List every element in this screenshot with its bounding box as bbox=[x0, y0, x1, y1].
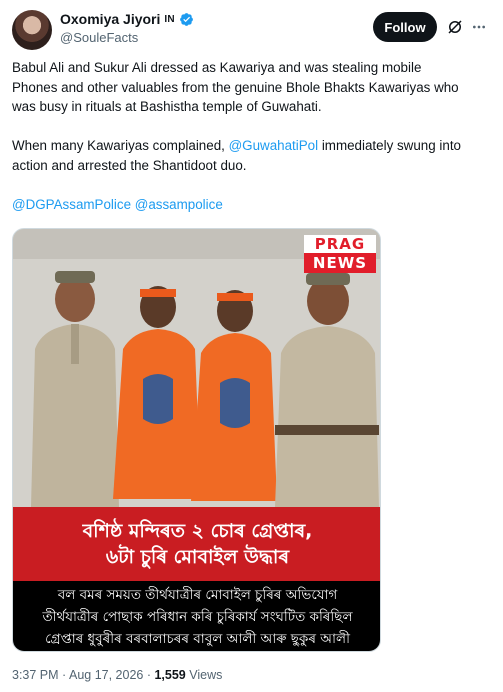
meta-separator: · bbox=[143, 668, 155, 682]
subtext-line: বল বমৰ সময়ত তীৰ্থযাত্ৰীৰ মোবাইল চুৰিৰ অ… bbox=[57, 587, 338, 603]
tweet-line: Babul Ali and Sukur Ali dressed as Kawar… bbox=[12, 60, 422, 75]
mention-link[interactable]: @GuwahatiPol bbox=[229, 138, 319, 153]
follow-button[interactable]: Follow bbox=[373, 12, 437, 42]
display-name[interactable]: Oxomiya Jiyori bbox=[60, 11, 160, 27]
avatar[interactable] bbox=[12, 10, 52, 50]
meta-separator: · bbox=[58, 668, 69, 682]
headline-line: ৬টা চুৰি মোবাইল উদ্ধাৰ bbox=[105, 546, 290, 568]
headline-line: বশিষ্ঠ মন্দিৰত ২ চোৰ গ্ৰেপ্তাৰ, bbox=[82, 520, 313, 542]
tweet-text-fragment: immediately swung into bbox=[318, 138, 462, 153]
tweet-meta: 3:37 PM · Aug 17, 2026 · 1,559 Views bbox=[12, 668, 222, 682]
mention-link[interactable]: @assampolice bbox=[135, 197, 223, 212]
more-icon[interactable] bbox=[470, 19, 488, 35]
tweet-time[interactable]: 3:37 PM bbox=[12, 668, 59, 682]
views-label: Views bbox=[185, 668, 223, 682]
prag-news-logo: PRAG NEWS bbox=[304, 235, 376, 273]
tweet-line: @DGPAssamPolice @assampolice bbox=[12, 195, 492, 215]
prag-logo-top: PRAG bbox=[304, 235, 376, 253]
news-photo[interactable]: PRAG NEWS bbox=[13, 229, 380, 507]
views-count: 1,559 bbox=[154, 668, 186, 682]
tweet-line: When many Kawariyas complained, @Guwahat… bbox=[12, 136, 492, 156]
tweet-header: Oxomiya Jiyori IN @SouleFacts Follow bbox=[12, 8, 492, 50]
tweet-line: Phones and other valuables from the genu… bbox=[12, 79, 459, 95]
tweet-text-fragment: When many Kawariyas complained, bbox=[12, 138, 229, 153]
tweet-media[interactable]: PRAG NEWS বশিষ্ঠ মন্দিৰত ২ চোৰ গ্ৰেপ্তাৰ… bbox=[12, 228, 381, 652]
subtext-line: তীৰ্থযাত্ৰীৰ পোছাক পৰিধান কৰি চুৰিকাৰ্য … bbox=[42, 609, 353, 625]
country-tag: IN bbox=[164, 13, 175, 25]
tweet-text: Babul Ali and Sukur Ali dressed as Kawar… bbox=[12, 58, 492, 214]
tweet-line: was busy in rituals at Bashistha temple … bbox=[12, 99, 322, 114]
name-row: Oxomiya Jiyori IN bbox=[60, 11, 194, 27]
grok-icon[interactable] bbox=[446, 18, 464, 36]
tweet-date[interactable]: Aug 17, 2026 bbox=[69, 668, 143, 682]
subtext-line: গ্ৰেপ্তাৰ ধুবুৰীৰ বৰবালাচৰৰ বাবুল আলী আৰ… bbox=[45, 631, 350, 647]
handle[interactable]: @SouleFacts bbox=[60, 30, 138, 45]
verified-badge-icon bbox=[179, 12, 193, 26]
news-subtext: বল বমৰ সময়ত তীৰ্থযাত্ৰীৰ মোবাইল চুৰিৰ অ… bbox=[13, 581, 380, 651]
mention-link[interactable]: @DGPAssamPolice bbox=[12, 197, 131, 212]
tweet-line: action and arrested the Shantidoot duo. bbox=[12, 157, 247, 173]
news-headline: বশিষ্ঠ মন্দিৰত ২ চোৰ গ্ৰেপ্তাৰ, ৬টা চুৰি… bbox=[13, 507, 380, 581]
prag-logo-bottom: NEWS bbox=[304, 253, 376, 273]
